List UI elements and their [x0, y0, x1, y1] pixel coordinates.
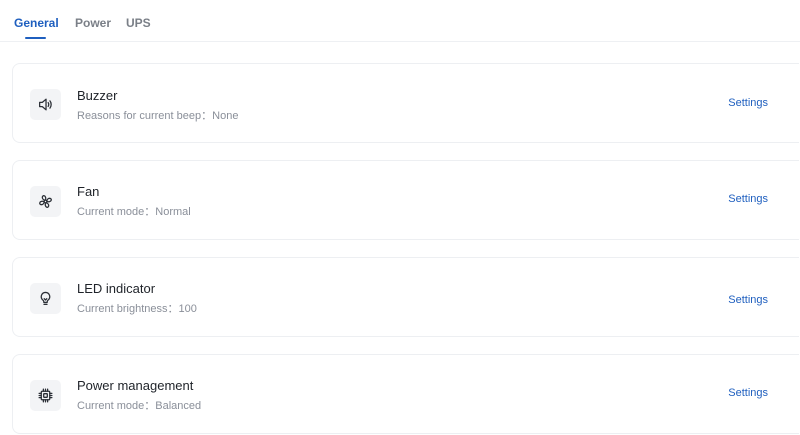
tab-general[interactable]: General	[14, 16, 59, 30]
fan-title: Fan	[77, 184, 100, 199]
tab-bar: General Power UPS	[0, 0, 800, 42]
tab-power[interactable]: Power	[75, 16, 111, 30]
buzzer-title: Buzzer	[77, 88, 118, 103]
buzzer-settings-link[interactable]: Settings	[728, 96, 768, 110]
speaker-icon	[30, 89, 61, 120]
led-status: Current brightness：100	[77, 303, 197, 315]
active-tab-indicator	[25, 37, 46, 39]
fan-settings-link[interactable]: Settings	[728, 192, 768, 206]
power-management-card: Power management Current mode：Balanced S…	[12, 354, 799, 434]
power-management-status-value: Balanced	[155, 400, 202, 412]
power-management-title: Power management	[77, 378, 194, 393]
cpu-chip-icon	[30, 380, 61, 411]
power-management-settings-link[interactable]: Settings	[728, 386, 768, 400]
led-settings-link[interactable]: Settings	[728, 293, 768, 307]
fan-icon	[30, 186, 61, 217]
buzzer-status: Reasons for current beep：None	[77, 110, 239, 122]
system-settings-page: General Power UPS Buzzer Reasons for cur…	[0, 0, 800, 435]
tab-ups[interactable]: UPS	[126, 16, 151, 30]
buzzer-status-value: None	[212, 110, 239, 122]
led-title: LED indicator	[77, 281, 156, 296]
buzzer-card: Buzzer Reasons for current beep：None Set…	[12, 63, 799, 143]
led-status-value: 100	[178, 303, 197, 315]
fan-card: Fan Current mode：Normal Settings	[12, 160, 799, 240]
power-management-status: Current mode：Balanced	[77, 400, 202, 412]
led-card: LED indicator Current brightness：100 Set…	[12, 257, 799, 337]
fan-status: Current mode：Normal	[77, 206, 191, 218]
fan-status-value: Normal	[155, 206, 191, 218]
lightbulb-icon	[30, 283, 61, 314]
